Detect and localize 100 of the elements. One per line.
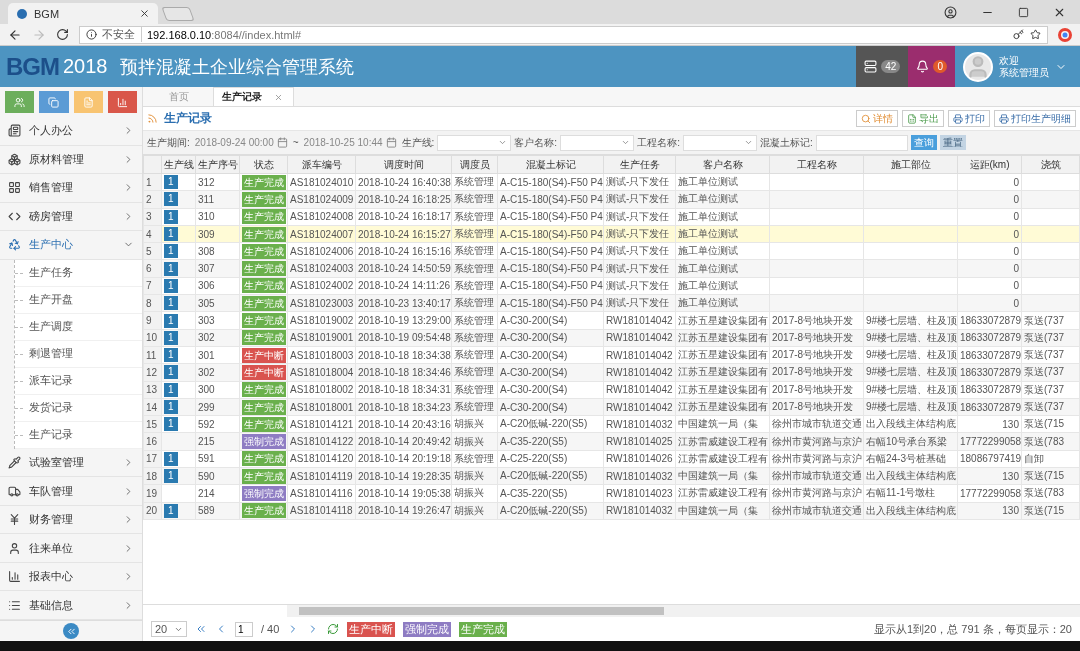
- browser-logo-icon[interactable]: [1058, 27, 1072, 42]
- sidebar-item[interactable]: 磅房管理: [0, 202, 142, 232]
- table-cell: 江苏五星建设集团有: [675, 363, 770, 382]
- table-cell: 2017-8号地块开发: [769, 311, 864, 330]
- filter-label: 混凝土标记:: [759, 135, 813, 150]
- sidebar-label: 原材料管理: [29, 151, 84, 167]
- table-cell: 施工单位测试: [675, 277, 770, 295]
- reload-icon[interactable]: [56, 28, 69, 41]
- sidebar-item[interactable]: 试验室管理: [0, 448, 142, 478]
- select-field[interactable]: [437, 134, 512, 151]
- sidebar-item[interactable]: 财务管理: [0, 505, 142, 535]
- table-cell: 胡振兴: [451, 432, 498, 451]
- table-cell: AS181014120: [287, 450, 356, 468]
- sidebar-item[interactable]: 基础信息: [0, 591, 142, 620]
- table-cell: 309: [195, 225, 240, 243]
- submenu-item[interactable]: 生产任务: [15, 259, 142, 287]
- page-size-select[interactable]: 20: [151, 621, 187, 637]
- search-icon: [861, 113, 871, 124]
- browser-tab[interactable]: BGM: [8, 3, 158, 24]
- table-cell: 出入段线主体结构底: [863, 467, 958, 485]
- star-icon[interactable]: [1030, 29, 1041, 40]
- toolbar-button[interactable]: 打印生产明细: [994, 110, 1076, 127]
- user-name: 系统管理员: [999, 66, 1049, 79]
- table-cell: 中国建筑一局（集: [675, 502, 770, 520]
- column-header: 派车编号: [287, 155, 356, 174]
- info-icon[interactable]: [86, 29, 97, 40]
- sidebar-item[interactable]: 销售管理: [0, 174, 142, 203]
- grid-icon: [8, 181, 21, 195]
- page-tab[interactable]: 生产记录: [213, 87, 294, 106]
- table-cell: 系统管理: [451, 363, 498, 382]
- line-badge: 1: [164, 313, 178, 328]
- table-cell: 2017-8号地块开发: [769, 346, 864, 364]
- table-cell: 215: [195, 432, 240, 451]
- rss-icon: [147, 113, 158, 124]
- status-badge: 生产完成: [242, 209, 286, 225]
- copy-icon: [48, 96, 60, 108]
- toolbar-button[interactable]: 打印: [948, 110, 990, 127]
- table-cell: 中国建筑一局（集: [675, 415, 770, 433]
- toolbar-button[interactable]: 导出: [902, 110, 944, 127]
- column-header: 施工部位: [863, 155, 958, 174]
- sidebar-item[interactable]: 车队管理: [0, 477, 142, 506]
- sidebar-item[interactable]: 个人办公: [0, 117, 142, 146]
- select-field[interactable]: [682, 134, 757, 151]
- key-icon[interactable]: [1013, 29, 1024, 40]
- sidebar-item[interactable]: 往来单位: [0, 534, 142, 563]
- collapse-button[interactable]: [63, 623, 79, 639]
- table-cell: 305: [195, 294, 240, 312]
- table-cell: 江苏五星建设集团有: [675, 311, 770, 330]
- sidebar-item[interactable]: 生产中心: [0, 231, 142, 260]
- status-badge: 生产完成: [242, 191, 286, 207]
- address-field[interactable]: 不安全 192.168.0.10:8084//index.html#: [79, 25, 1048, 44]
- line-badge: 1: [164, 330, 178, 345]
- sidebar-item[interactable]: 报表中心: [0, 562, 142, 592]
- table-cell: AS181014121: [287, 415, 356, 433]
- alerts-button[interactable]: 0: [908, 46, 955, 87]
- first-page-icon[interactable]: [195, 623, 207, 635]
- table-cell: 系统管理: [451, 225, 498, 243]
- submenu-item[interactable]: 生产调度: [15, 313, 142, 341]
- refresh-icon[interactable]: [327, 623, 340, 635]
- sidebar-label: 车队管理: [29, 483, 73, 499]
- column-header: 调度时间: [355, 155, 452, 174]
- shortcut-button[interactable]: [39, 91, 69, 113]
- sidebar-item[interactable]: 原材料管理: [0, 145, 142, 175]
- close-icon[interactable]: [139, 8, 150, 19]
- profile-icon[interactable]: [944, 5, 957, 19]
- table-cell: RW181014042: [603, 381, 676, 399]
- table-cell: 2018-10-24 16:15:16: [355, 242, 452, 260]
- table-cell: AS181014119: [287, 467, 356, 485]
- horizontal-scrollbar[interactable]: [287, 605, 1080, 617]
- page-info: 显示从1到20，总 791 条，每页显示：20: [873, 621, 1072, 637]
- table-cell: 泵送(783: [1021, 432, 1080, 451]
- table-cell: 泵送(783: [1021, 484, 1080, 503]
- submenu-item[interactable]: 生产开盘: [15, 286, 142, 314]
- text-field[interactable]: [815, 134, 908, 151]
- table-cell: 施工单位测试: [675, 260, 770, 278]
- table-cell: RW181014032: [603, 502, 676, 520]
- back-icon[interactable]: [8, 27, 22, 42]
- shortcut-button[interactable]: [5, 91, 35, 113]
- shortcut-button[interactable]: [107, 91, 137, 113]
- table-cell: 589: [195, 502, 240, 520]
- table-cell: 测试-只下发任: [603, 294, 676, 312]
- table-cell: 徐州市城市轨道交通: [769, 502, 864, 520]
- table-cell: AS181024002: [287, 277, 356, 295]
- table-cell: 测试-只下发任: [603, 242, 676, 260]
- submenu-item[interactable]: 发货记录: [15, 394, 142, 422]
- submenu-item[interactable]: 生产记录: [15, 421, 142, 449]
- table-cell: RW181014032: [603, 467, 676, 485]
- table-cell: 592: [195, 415, 240, 433]
- table-cell: 2018-10-14 20:19:18: [355, 450, 452, 468]
- messages-button[interactable]: 42: [856, 46, 909, 87]
- submenu-item[interactable]: 派车记录: [15, 367, 142, 395]
- table-cell: 中国建筑一局（集: [675, 467, 770, 485]
- new-tab-button[interactable]: [161, 7, 195, 21]
- table-cell: 2018-10-18 18:34:31: [355, 381, 452, 399]
- maximize-icon[interactable]: [1018, 6, 1029, 18]
- submenu-item[interactable]: 剩退管理: [15, 340, 142, 368]
- page-field[interactable]: 1: [235, 621, 253, 637]
- sidebar-label: 生产中心: [29, 237, 73, 253]
- table-cell: 施工单位测试: [675, 208, 770, 226]
- select-field[interactable]: [560, 134, 635, 151]
